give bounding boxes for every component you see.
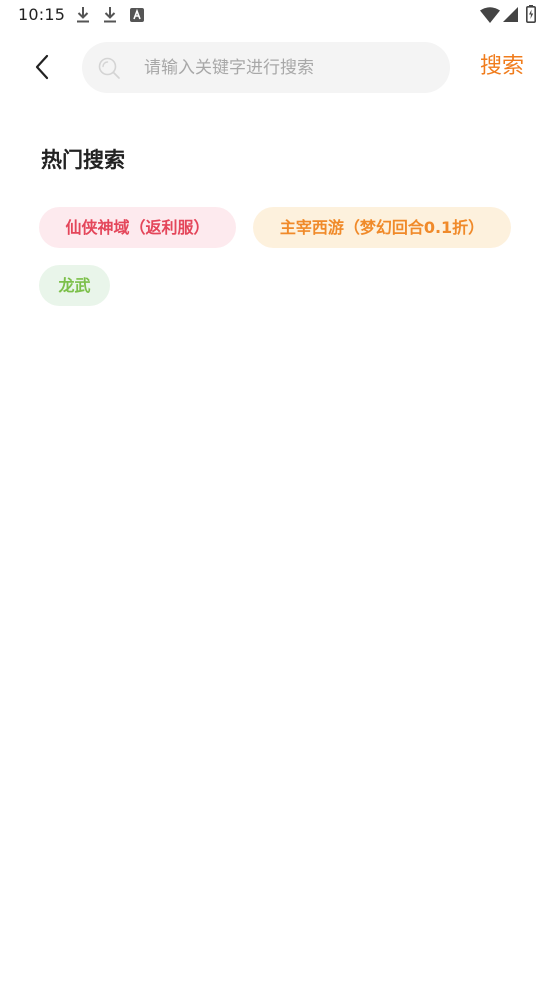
search-input[interactable] (144, 42, 434, 93)
search-box[interactable] (82, 42, 450, 93)
hot-search-tag[interactable]: 主宰西游（梦幻回合0.1折） (253, 207, 511, 248)
download-icon (104, 7, 116, 23)
hot-search-tag[interactable]: 龙武 (39, 265, 110, 306)
hot-search-title: 热门搜索 (41, 148, 125, 172)
hot-search-tag[interactable]: 仙侠神域（返利服） (39, 207, 236, 248)
download-icon (77, 7, 89, 23)
back-button[interactable] (24, 46, 60, 88)
signal-icon (503, 7, 518, 22)
status-time: 10:15 (18, 5, 66, 24)
keyboard-a-icon (130, 8, 144, 22)
battery-icon (526, 5, 536, 23)
status-bar: 10:15 (0, 0, 554, 30)
chevron-left-icon (35, 54, 49, 80)
wifi-icon (480, 7, 500, 23)
search-button[interactable]: 搜索 (480, 50, 524, 84)
search-screen: 10:15 请输入关键字进行搜索 搜索 热门搜索 仙侠神域（返利服） 主宰西游（… (0, 0, 554, 984)
search-icon (98, 57, 120, 79)
